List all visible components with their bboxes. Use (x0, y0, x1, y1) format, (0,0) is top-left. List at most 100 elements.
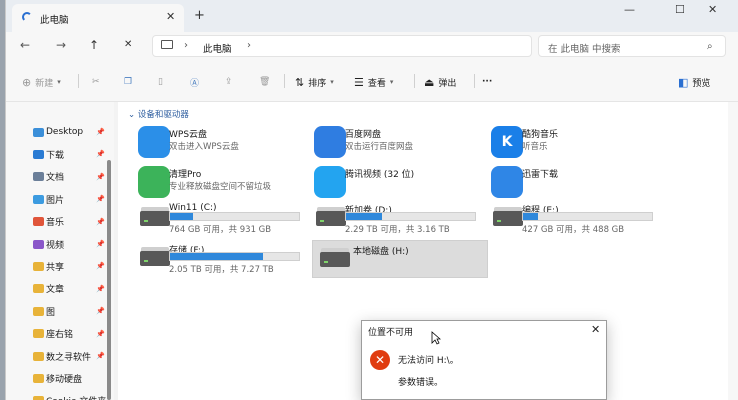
drive-free-space: 2.05 TB 可用，共 7.27 TB (169, 265, 274, 275)
pin-icon: 📌 (96, 217, 105, 226)
sidebar-item[interactable]: 文章 📌 (6, 279, 114, 299)
drive-usage-fill (170, 213, 194, 220)
app-tile[interactable]: WPS云盘 双击进入WPS云盘 (124, 124, 300, 162)
drive-usage-bar (522, 212, 653, 221)
chevron-down-icon: ▾ (389, 78, 394, 86)
sidebar-item[interactable]: 视频 📌 (6, 234, 114, 254)
sidebar-item[interactable]: 文档 📌 (6, 167, 114, 187)
chevron-down-icon: ▾ (57, 78, 61, 86)
sidebar-item-label: 共享 (46, 262, 65, 273)
hard-drive-icon (140, 251, 170, 266)
pin-icon: 📌 (96, 150, 105, 159)
minimize-button[interactable]: — (624, 3, 635, 16)
drive-tile[interactable]: 存储 (F:) 2.05 TB 可用，共 7.27 TB (124, 240, 300, 278)
sidebar-item[interactable]: 数之寻软件 📌 (6, 346, 114, 366)
sidebar-item[interactable]: 音乐 📌 (6, 212, 114, 232)
eject-label: 弹出 (438, 78, 457, 89)
preview-button[interactable]: ◧ 预览 (678, 74, 710, 90)
close-window-button[interactable]: ✕ (708, 3, 717, 16)
drive-tile[interactable]: 本地磁盘 (H:) (312, 240, 488, 278)
search-box[interactable]: 在 此电脑 中搜索 ⌕ (538, 35, 726, 57)
pin-icon: 📌 (96, 307, 105, 316)
tab-this-pc[interactable]: 此电脑 ✕ (12, 4, 184, 32)
baidu-netdisk-icon (314, 126, 346, 158)
drive-free-space: 2.29 TB 可用，共 3.16 TB (345, 225, 450, 235)
chevron-right-icon[interactable]: › (247, 40, 251, 51)
drive-usage-fill (523, 213, 539, 220)
cancel-icon[interactable]: ✕ (124, 39, 132, 50)
pin-icon: 📌 (96, 195, 105, 204)
search-icon: ⌕ (707, 41, 713, 52)
rename-icon[interactable]: Ⓐ (190, 74, 199, 90)
sidebar-item[interactable]: Desktop 📌 (6, 122, 114, 142)
breadcrumb-this-pc[interactable]: 此电脑 (203, 41, 232, 55)
sidebar-item[interactable]: 共享 📌 (6, 256, 114, 276)
forward-arrow-icon[interactable]: → (56, 38, 66, 52)
drive-free-space: 427 GB 可用，共 488 GB (522, 225, 625, 235)
address-bar[interactable]: › 此电脑 › (152, 35, 532, 57)
app-tile[interactable]: 腾讯视频 (32 位) (300, 164, 476, 202)
app-description: 听音乐 (522, 142, 548, 152)
sidebar-item-label: 文档 (46, 173, 65, 184)
cut-icon[interactable]: ✂ (92, 74, 100, 90)
sidebar-item[interactable]: 下载 📌 (6, 144, 114, 164)
paste-icon[interactable]: ▯ (158, 74, 163, 90)
eject-button[interactable]: ⏏ 弹出 (424, 74, 456, 90)
sort-button[interactable]: ⇅ 排序 ▾ (295, 74, 334, 90)
sidebar-item-label: 视频 (46, 240, 65, 251)
plus-circle-icon: ⊕ (22, 75, 32, 89)
drive-usage-fill (346, 213, 383, 220)
maximize-button[interactable]: ☐ (675, 3, 685, 16)
cleanpro-icon (138, 166, 170, 198)
sidebar-item-label: 座右铭 (46, 330, 74, 341)
view-icon: ☰ (354, 75, 364, 89)
sort-icon: ⇅ (295, 75, 305, 89)
drive-tile[interactable]: Win11 (C:) 764 GB 可用，共 931 GB (124, 200, 300, 238)
app-tile[interactable]: K 酷狗音乐 听音乐 (477, 124, 653, 162)
pin-icon: 📌 (96, 128, 105, 136)
chevron-right-icon: › (184, 40, 188, 51)
search-input[interactable]: 在 此电脑 中搜索 (548, 41, 621, 55)
group-header-devices[interactable]: ⌄ 设备和驱动器 (128, 108, 189, 120)
divider (78, 74, 79, 88)
drive-tile[interactable]: 编程 (E:) 427 GB 可用，共 488 GB (477, 200, 653, 238)
new-tab-button[interactable]: + (194, 8, 205, 23)
delete-icon[interactable]: 🗑 (259, 74, 270, 90)
folder-icon (33, 217, 44, 227)
sidebar-item[interactable]: 座右铭 📌 (6, 324, 114, 344)
copy-icon[interactable]: ❐ (124, 74, 132, 90)
pin-icon: 📌 (96, 262, 105, 271)
sidebar-item-label: 数之寻软件 (46, 352, 92, 363)
drive-usage-fill (170, 253, 263, 260)
tab-close-icon[interactable]: ✕ (166, 10, 175, 23)
app-tile[interactable]: 百度网盘 双击运行百度网盘 (300, 124, 476, 162)
folder-icon (33, 127, 44, 137)
sidebar-item[interactable]: Cookie 文件夹 (6, 391, 114, 400)
sidebar-item[interactable]: 移动硬盘 (6, 368, 114, 388)
app-tile[interactable]: 迅雷下载 (477, 164, 653, 202)
app-tile[interactable]: 清理Pro 专业释放磁盘空间不留垃圾 (124, 164, 300, 202)
sidebar-item-label: Desktop (46, 127, 84, 137)
pin-icon: 📌 (96, 329, 105, 338)
folder-icon (33, 239, 44, 249)
sidebar-item[interactable]: 图 📌 (6, 301, 114, 321)
sidebar-item-label: 图 (46, 307, 56, 318)
drive-usage-bar (345, 212, 476, 221)
drive-tile[interactable]: 新加卷 (D:) 2.29 TB 可用，共 3.16 TB (300, 200, 476, 238)
more-options-icon[interactable]: ··· (482, 74, 492, 90)
dialog-close-button[interactable]: ✕ (591, 323, 600, 336)
up-arrow-icon[interactable]: ↑ (89, 38, 99, 52)
back-arrow-icon[interactable]: ← (20, 38, 30, 52)
location-unavailable-dialog: 位置不可用 ✕ ✕ 无法访问 H:\。 参数错误。 (361, 320, 607, 400)
app-description: 双击运行百度网盘 (345, 142, 414, 152)
folder-icon (33, 351, 44, 361)
app-description: 双击进入WPS云盘 (169, 142, 239, 152)
pin-icon: 📌 (96, 352, 105, 360)
wps-cloud-icon (138, 126, 170, 158)
new-button[interactable]: ⊕ 新建 ▾ (22, 74, 61, 90)
sidebar-item[interactable]: 图片 📌 (6, 189, 114, 209)
error-icon: ✕ (370, 350, 390, 370)
view-button[interactable]: ☰ 查看 ▾ (354, 74, 393, 90)
share-icon[interactable]: ⇪ (225, 74, 233, 90)
folder-icon (33, 306, 44, 316)
